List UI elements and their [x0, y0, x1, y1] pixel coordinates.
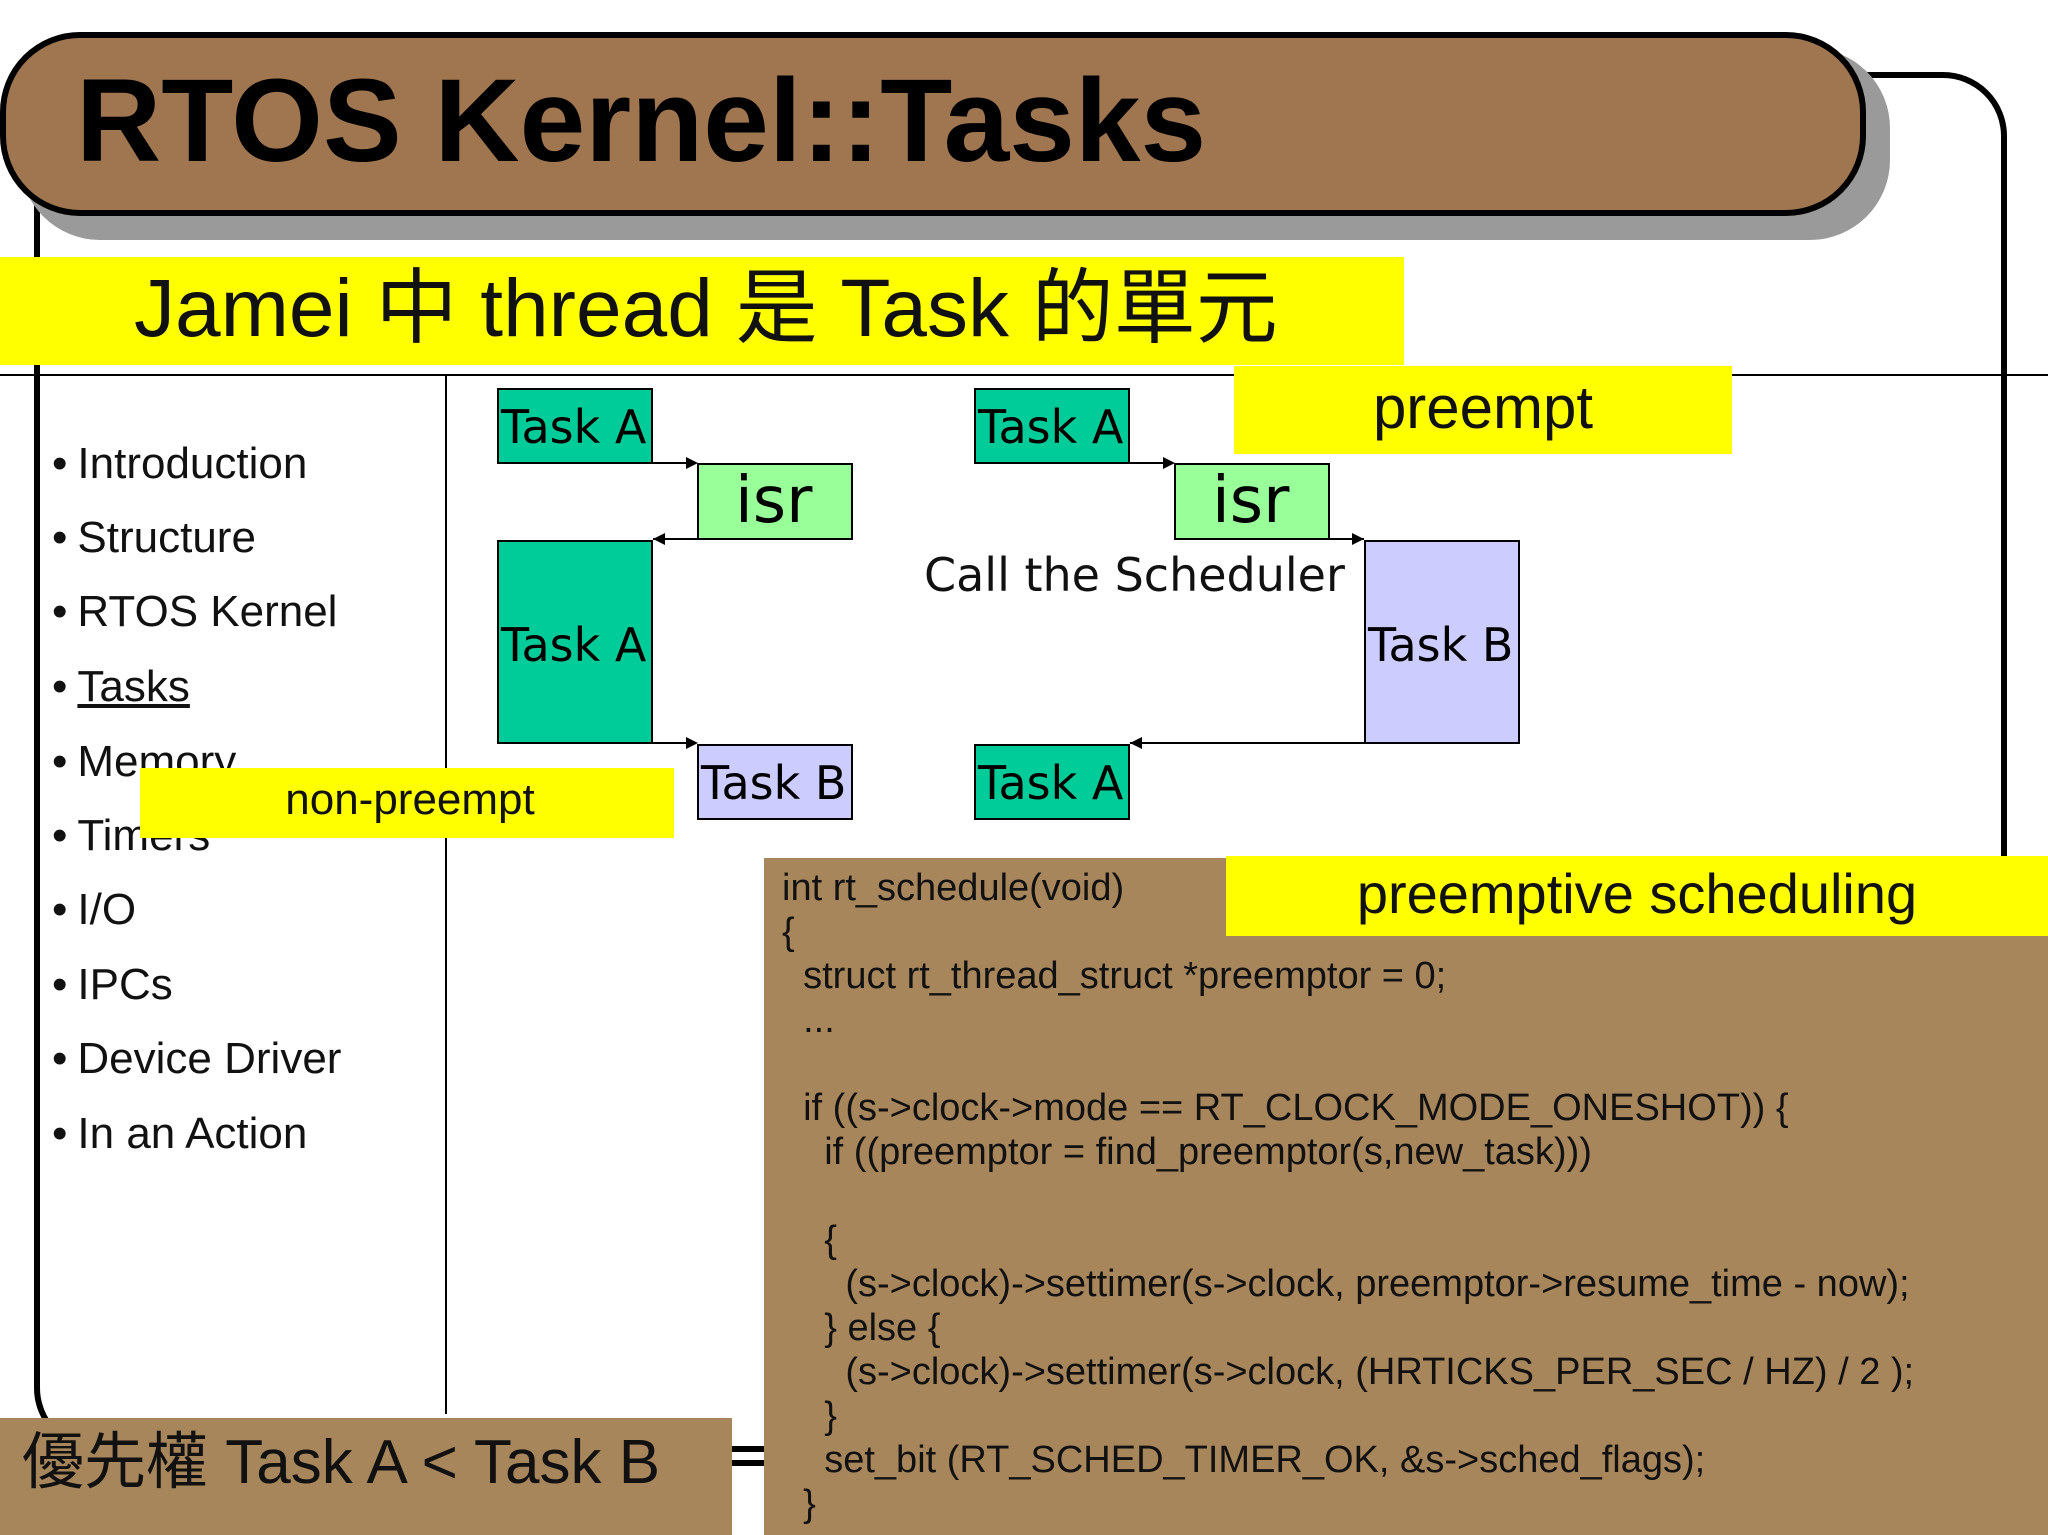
task-b-box: Task B — [697, 744, 853, 820]
header-divider — [0, 374, 2048, 376]
arrow-head — [653, 533, 665, 545]
nav-item-rtos-kernel[interactable]: • RTOS Kernel — [52, 590, 337, 634]
nav-item-in-an-action[interactable]: • In an Action — [52, 1112, 307, 1156]
task-a-box: Task A — [974, 744, 1130, 820]
nav-item-device-driver[interactable]: • Device Driver — [52, 1037, 341, 1081]
nav-divider — [445, 374, 447, 1414]
slide-subtitle: Jamei 中 thread 是 Task 的單元 — [134, 263, 1278, 354]
nav-item-ipcs[interactable]: • IPCs — [52, 963, 173, 1007]
nav-item-tasks[interactable]: • Tasks — [52, 665, 190, 709]
nav-item-structure[interactable]: • Structure — [52, 516, 256, 560]
task-a-box: Task A — [497, 388, 653, 464]
frame-stub — [728, 1460, 768, 1466]
arrow-line — [1130, 742, 1364, 744]
code-block: int rt_schedule(void) { struct rt_thread… — [782, 867, 1915, 1525]
arrow-head — [1352, 533, 1364, 545]
nav-item-io[interactable]: • I/O — [52, 888, 136, 932]
call-scheduler-label: Call the Scheduler — [924, 548, 1345, 602]
priority-label: 優先權 Task A < Task B — [22, 1428, 661, 1497]
preemptive-scheduling-label: preemptive scheduling — [1356, 862, 1918, 925]
slide-title: RTOS Kernel::Tasks — [76, 55, 1207, 187]
isr-box: isr — [697, 463, 853, 540]
task-b-box: Task B — [1364, 540, 1520, 744]
non-preempt-label: non-preempt — [285, 775, 535, 824]
nav-item-introduction[interactable]: • Introduction — [52, 442, 307, 486]
arrow-head — [1130, 737, 1142, 749]
isr-box: isr — [1174, 463, 1330, 540]
preempt-label: preempt — [1372, 374, 1594, 441]
task-a-box: Task A — [497, 540, 653, 744]
task-a-box: Task A — [974, 388, 1130, 464]
